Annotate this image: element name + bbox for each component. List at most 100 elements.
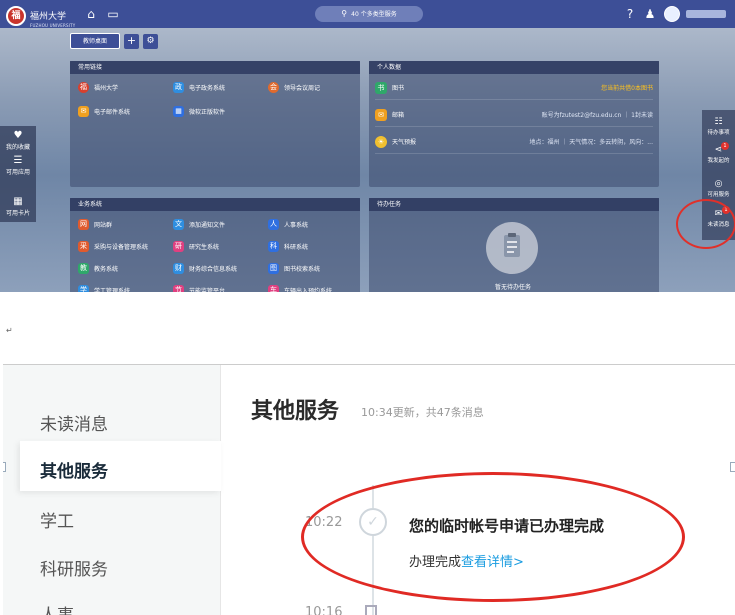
system-icon: 图 (268, 263, 279, 274)
add-tab-button[interactable]: + (124, 33, 140, 49)
username-blurred[interactable] (686, 10, 726, 18)
home-icon[interactable]: ⌂ (84, 7, 98, 21)
row-label: 邮箱 (392, 112, 405, 119)
dock-initiated[interactable]: ⋖ 1 我发起的 (702, 142, 735, 164)
business-link[interactable]: 人人事系统 (268, 219, 308, 230)
link-label: 图书校索系统 (284, 266, 321, 273)
panel-title: 待办任务 (369, 198, 659, 211)
logo-wordmark: 福州大学 FUZHOU UNIVERSITY (30, 4, 75, 28)
shield-icon: ◎ (714, 179, 723, 189)
row-weather[interactable]: ☀ 天气预报 地点：福州 ｜ 天气情况：多云转阴，风向：... (375, 130, 653, 154)
business-link[interactable]: 图图书校索系统 (268, 263, 320, 274)
grid-icon: ▦ (13, 196, 23, 207)
todo-empty-text: 暂无待办任务 (494, 284, 531, 291)
business-link[interactable]: 学 学工管理系统 (78, 285, 130, 292)
link-label: 电子邮件系统 (94, 109, 131, 116)
share-icon: ⋖ (714, 145, 723, 155)
message-time: 10:16 (305, 605, 343, 615)
desktop-icon[interactable]: ▭ (106, 7, 120, 21)
settings-icon[interactable]: ⚙ (143, 33, 159, 49)
link-label: 学工管理系统 (94, 288, 131, 292)
dock-todo[interactable]: ☷ 待办事项 (702, 116, 735, 136)
mail-icon: ✉ (375, 108, 387, 121)
fzu-icon: 福 (78, 82, 89, 93)
skin-icon[interactable]: ♟ (643, 7, 657, 21)
system-icon: 科 (268, 241, 279, 252)
link-meeting[interactable]: 会 领导会议周记 (268, 82, 320, 93)
system-icon: 网 (78, 219, 89, 230)
system-icon: 学 (78, 285, 89, 292)
row-mailbox[interactable]: ✉ 邮箱 账号为fzutest2@fzu.edu.cn ｜ 1封未读 (375, 103, 653, 127)
link-label: 研究生系统 (189, 244, 220, 251)
link-label: 添加通知文件 (189, 222, 226, 229)
portal-screenshot: 福 福州大学 FUZHOU UNIVERSITY ⌂ ▭ ⚲ 40 个多类型服务 … (0, 0, 735, 292)
personal-data-panel: 个人数据 书 图书 您当前共借0本图书 ✉ 邮箱 账号为fzutest2@fzu… (369, 61, 659, 187)
dock-apps[interactable]: ☰ 可用应用 (0, 155, 36, 176)
dock-label: 我发起的 (707, 158, 730, 164)
link-label: 采购与设备管理系统 (94, 244, 149, 251)
nav-research[interactable]: 科研服务 (40, 555, 108, 580)
search-bar[interactable]: ⚲ 40 个多类型服务 (315, 6, 423, 22)
system-icon: 采 (78, 241, 89, 252)
nav-other-services[interactable]: 其他服务 (40, 457, 108, 482)
panel-title: 业务系统 (70, 198, 360, 211)
business-link[interactable]: 财财务综合信息系统 (173, 263, 237, 274)
help-icon[interactable]: ? (623, 7, 637, 21)
book-icon: 书 (375, 81, 387, 94)
row-info: 账号为fzutest2@fzu.edu.cn ｜ 1封未读 (541, 112, 653, 119)
panel-title: 常用链接 (70, 61, 360, 74)
resize-handle[interactable] (3, 462, 6, 472)
badge: 1 (721, 142, 729, 150)
row-info: 地点：福州 ｜ 天气情况：多云转阴，风向：... (529, 139, 653, 146)
logo-text: 福州大学 (30, 12, 67, 22)
highlight-annotation (676, 199, 735, 249)
tab-teacher-desktop[interactable]: 教师桌面 (70, 33, 121, 49)
link-label: 微软正版软件 (189, 109, 226, 116)
system-icon: 财 (173, 263, 184, 274)
nav-unread[interactable]: 未读消息 (40, 410, 108, 435)
system-icon: 人 (268, 219, 279, 230)
link-label: 教务系统 (94, 266, 119, 273)
link-label: 领导会议周记 (284, 85, 321, 92)
business-link[interactable]: 车 车辆出入预约系统 (268, 285, 332, 292)
business-link[interactable]: 采采购与设备管理系统 (78, 241, 148, 252)
message-sidebar: 未读消息 其他服务 学工 科研服务 人事 (3, 365, 221, 615)
system-icon: 文 (173, 219, 184, 230)
business-link[interactable]: 研研究生系统 (173, 241, 219, 252)
update-info: 10:34更新，共47条消息 (361, 406, 484, 419)
common-links-panel: 常用链接 福 福州大学 政 电子政务系统 会 领导会议周记 ✉ 电子邮件系统 ▦… (70, 61, 360, 187)
link-email[interactable]: ✉ 电子邮件系统 (78, 106, 130, 117)
search-text: 40 个多类型服务 (351, 11, 397, 18)
business-link[interactable]: 科科研系统 (268, 241, 308, 252)
meeting-icon: 会 (268, 82, 279, 93)
link-egov[interactable]: 政 电子政务系统 (173, 82, 225, 93)
university-logo[interactable]: 福 福州大学 FUZHOU UNIVERSITY (6, 4, 75, 28)
business-link[interactable]: 网网站群 (78, 219, 112, 230)
resize-handle[interactable] (730, 462, 735, 472)
system-icon: 教 (78, 263, 89, 274)
link-label: 财务综合信息系统 (189, 266, 238, 273)
link-fzu[interactable]: 福 福州大学 (78, 82, 118, 93)
link-ms-software[interactable]: ▦ 微软正版软件 (173, 106, 225, 117)
dock-label: 可用服务 (707, 192, 730, 198)
nav-hr[interactable]: 人事 (40, 601, 74, 615)
system-icon: 研 (173, 241, 184, 252)
paragraph-mark: ↵ (6, 326, 13, 335)
windows-icon: ▦ (173, 106, 184, 117)
seal-icon: 福 (6, 6, 26, 26)
top-bar: 福 福州大学 FUZHOU UNIVERSITY ⌂ ▭ ⚲ 40 个多类型服务 … (0, 0, 735, 28)
left-dock: ♥ 我的收藏 ☰ 可用应用 (0, 126, 36, 194)
logo-subtext: FUZHOU UNIVERSITY (30, 23, 76, 28)
business-link[interactable]: 节 节能监管平台 (173, 285, 225, 292)
desktop-tabbar: 教师桌面 + ⚙ (70, 33, 159, 49)
link-label: 科研系统 (284, 244, 309, 251)
dock-favorites[interactable]: ♥ 我的收藏 (0, 130, 36, 151)
row-library[interactable]: 书 图书 您当前共借0本图书 (375, 76, 653, 100)
list-icon: ☰ (13, 155, 23, 166)
business-link[interactable]: 文添加通知文件 (173, 219, 225, 230)
nav-student-affairs[interactable]: 学工 (40, 507, 74, 532)
business-link[interactable]: 教教务系统 (78, 263, 118, 274)
avatar[interactable] (664, 6, 680, 22)
dock-services[interactable]: ◎ 可用服务 (702, 178, 735, 198)
left-dock-cards[interactable]: ▦ 可用卡片 (0, 194, 36, 222)
